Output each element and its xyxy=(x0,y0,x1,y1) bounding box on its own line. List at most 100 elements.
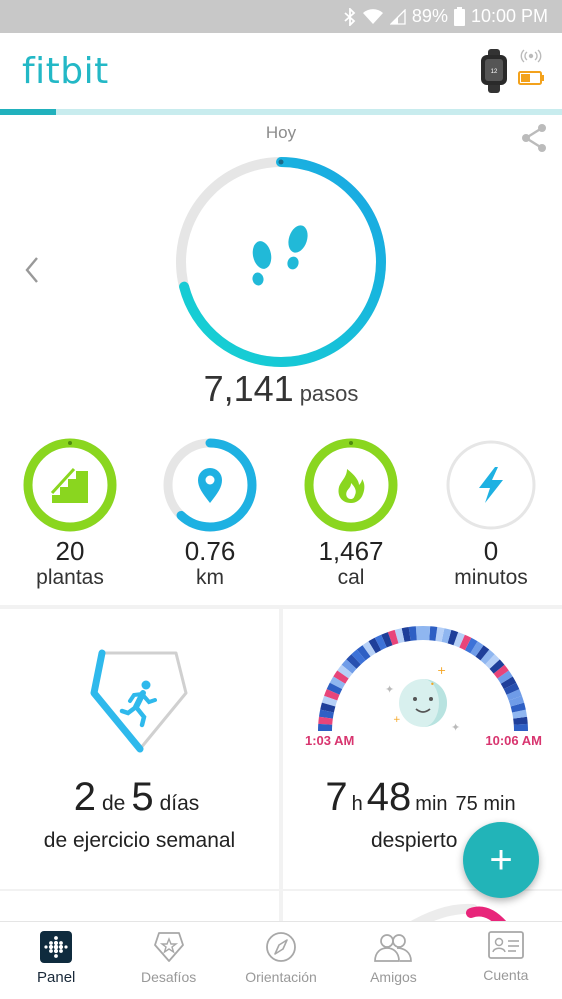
nav-desafios[interactable]: Desafíos xyxy=(112,922,224,999)
sleep-stage-segment xyxy=(470,641,484,657)
svg-text:+: + xyxy=(437,664,446,677)
steps-unit: pasos xyxy=(299,381,359,406)
sleep-stage-segment xyxy=(453,632,465,648)
steps-progress-ring xyxy=(176,157,386,367)
previous-day-chevron-icon[interactable] xyxy=(22,255,42,285)
flame-icon xyxy=(338,469,365,503)
sleep-stage-segment xyxy=(512,709,528,719)
sleep-stage-segment xyxy=(447,629,459,646)
share-icon[interactable] xyxy=(520,122,548,154)
sleep-stage-segment xyxy=(374,634,387,651)
svg-text:✦: ✦ xyxy=(451,721,460,734)
weekly-exercise-tile[interactable]: 2 de 5 días de ejercicio semanal xyxy=(0,609,279,889)
sleep-stage-segment xyxy=(346,654,361,669)
nav-panel-label: Panel xyxy=(37,969,76,986)
bottom-nav: Panel Desafíos Orientación Amigos Cuenta xyxy=(0,921,562,999)
floors-unit: plantas xyxy=(36,566,104,589)
sleep-stage-segment xyxy=(408,626,417,641)
sleep-stage-segment xyxy=(497,670,513,684)
device-battery-icon xyxy=(518,71,544,85)
sleep-stage-segment xyxy=(480,649,495,665)
steps-card[interactable]: Hoy 7,141 pasos 20 plantas 0.76 km 1,467… xyxy=(0,115,562,605)
sleep-stage-segment xyxy=(333,670,349,684)
sleep-start-time: 1:03 AM xyxy=(305,733,355,748)
floors-value: 20 xyxy=(55,536,85,566)
sleep-stage-segment xyxy=(368,637,382,654)
steps-count: 7,141 pasos xyxy=(0,368,562,410)
sleep-stage-segment xyxy=(321,695,338,707)
sleep-stage-segment xyxy=(500,676,517,690)
signal-icon xyxy=(389,8,406,25)
sleep-minutes: 48 xyxy=(366,775,412,819)
footsteps-icon xyxy=(252,225,308,286)
sleep-stage-segment xyxy=(508,695,525,707)
compass-icon xyxy=(266,932,296,962)
nav-amigos[interactable]: Amigos xyxy=(337,922,449,999)
challenge-badge-icon xyxy=(153,932,184,962)
device-sync-button[interactable]: 12 xyxy=(478,49,548,93)
sleep-end-time: 10:06 AM xyxy=(485,733,542,748)
location-pin-icon xyxy=(198,468,222,503)
status-time: 10:00 PM xyxy=(470,6,548,26)
date-label: Hoy xyxy=(265,123,297,142)
sleep-stage-segment xyxy=(435,626,445,642)
sleep-stage-segment xyxy=(362,641,376,657)
nav-panel[interactable]: Panel xyxy=(0,922,112,999)
status-bar: 89% 10:00 PM xyxy=(0,0,562,33)
steps-value: 7,141 xyxy=(203,368,294,409)
sleep-stage-segment xyxy=(459,634,472,651)
watch-icon: 12 xyxy=(481,49,507,93)
nav-cuenta[interactable]: Cuenta xyxy=(450,922,562,999)
exercise-of: de xyxy=(101,792,126,815)
nav-cuenta-label: Cuenta xyxy=(483,967,529,983)
svg-text:✦: ✦ xyxy=(385,683,394,696)
battery-percent: 89% xyxy=(411,6,448,26)
sleep-stage-segment xyxy=(324,689,340,701)
active-minutes-metric[interactable]: 0 minutos xyxy=(436,437,546,591)
account-card-icon xyxy=(487,931,524,959)
nav-orientacion[interactable]: Orientación xyxy=(225,922,337,999)
calories-metric[interactable]: 1,467 cal xyxy=(296,437,406,591)
svg-text:•: • xyxy=(430,680,435,689)
friends-icon xyxy=(374,934,413,962)
floors-metric[interactable]: 20 plantas xyxy=(15,437,125,591)
add-entry-button[interactable]: + xyxy=(463,822,539,898)
status-icons: 89% 10:00 PM xyxy=(344,0,548,33)
nav-desafios-label: Desafíos xyxy=(140,969,197,985)
sleep-stage-segment xyxy=(337,664,353,679)
app-header: fitbit 12 xyxy=(0,33,562,109)
battery-icon xyxy=(453,7,465,26)
sleep-stage-segment xyxy=(506,689,522,701)
sleep-stage-segment xyxy=(329,676,346,690)
sleep-stage-segment xyxy=(351,649,366,665)
active-minutes-unit: minutos xyxy=(454,566,528,589)
distance-ring xyxy=(163,438,257,532)
calories-unit: cal xyxy=(337,566,365,589)
lightning-icon xyxy=(479,467,503,503)
plus-icon: + xyxy=(489,837,513,882)
calories-ring xyxy=(304,438,398,532)
calories-value: 1,467 xyxy=(318,536,384,566)
sleep-stage-segment xyxy=(320,702,336,713)
sleep-stage-segment xyxy=(318,709,334,719)
floors-ring xyxy=(23,438,117,532)
distance-unit: km xyxy=(196,566,224,589)
dashboard-icon xyxy=(40,931,73,963)
sleep-hours-unit: h xyxy=(351,793,363,815)
moon-icon xyxy=(399,679,447,727)
sleep-duration: 7 h 48 min 75 min xyxy=(283,775,562,820)
sleep-stage-segment xyxy=(503,682,520,695)
sleep-stage-segment xyxy=(356,645,371,661)
sleep-stage-segment xyxy=(493,664,509,679)
sleep-stage-segment xyxy=(475,645,490,661)
exercise-days-word: días xyxy=(159,792,200,815)
runner-icon xyxy=(119,680,157,728)
exercise-done: 2 xyxy=(73,775,96,819)
distance-metric[interactable]: 0.76 km xyxy=(155,437,265,591)
sleep-awake-value: 75 min xyxy=(455,793,516,815)
sleep-stage-segment xyxy=(318,716,333,725)
exercise-days: 2 de 5 días xyxy=(0,775,279,820)
sleep-awake-label: despierto xyxy=(371,829,458,852)
sleep-stage-segment xyxy=(513,716,528,725)
sleep-stage-segment xyxy=(429,626,438,641)
